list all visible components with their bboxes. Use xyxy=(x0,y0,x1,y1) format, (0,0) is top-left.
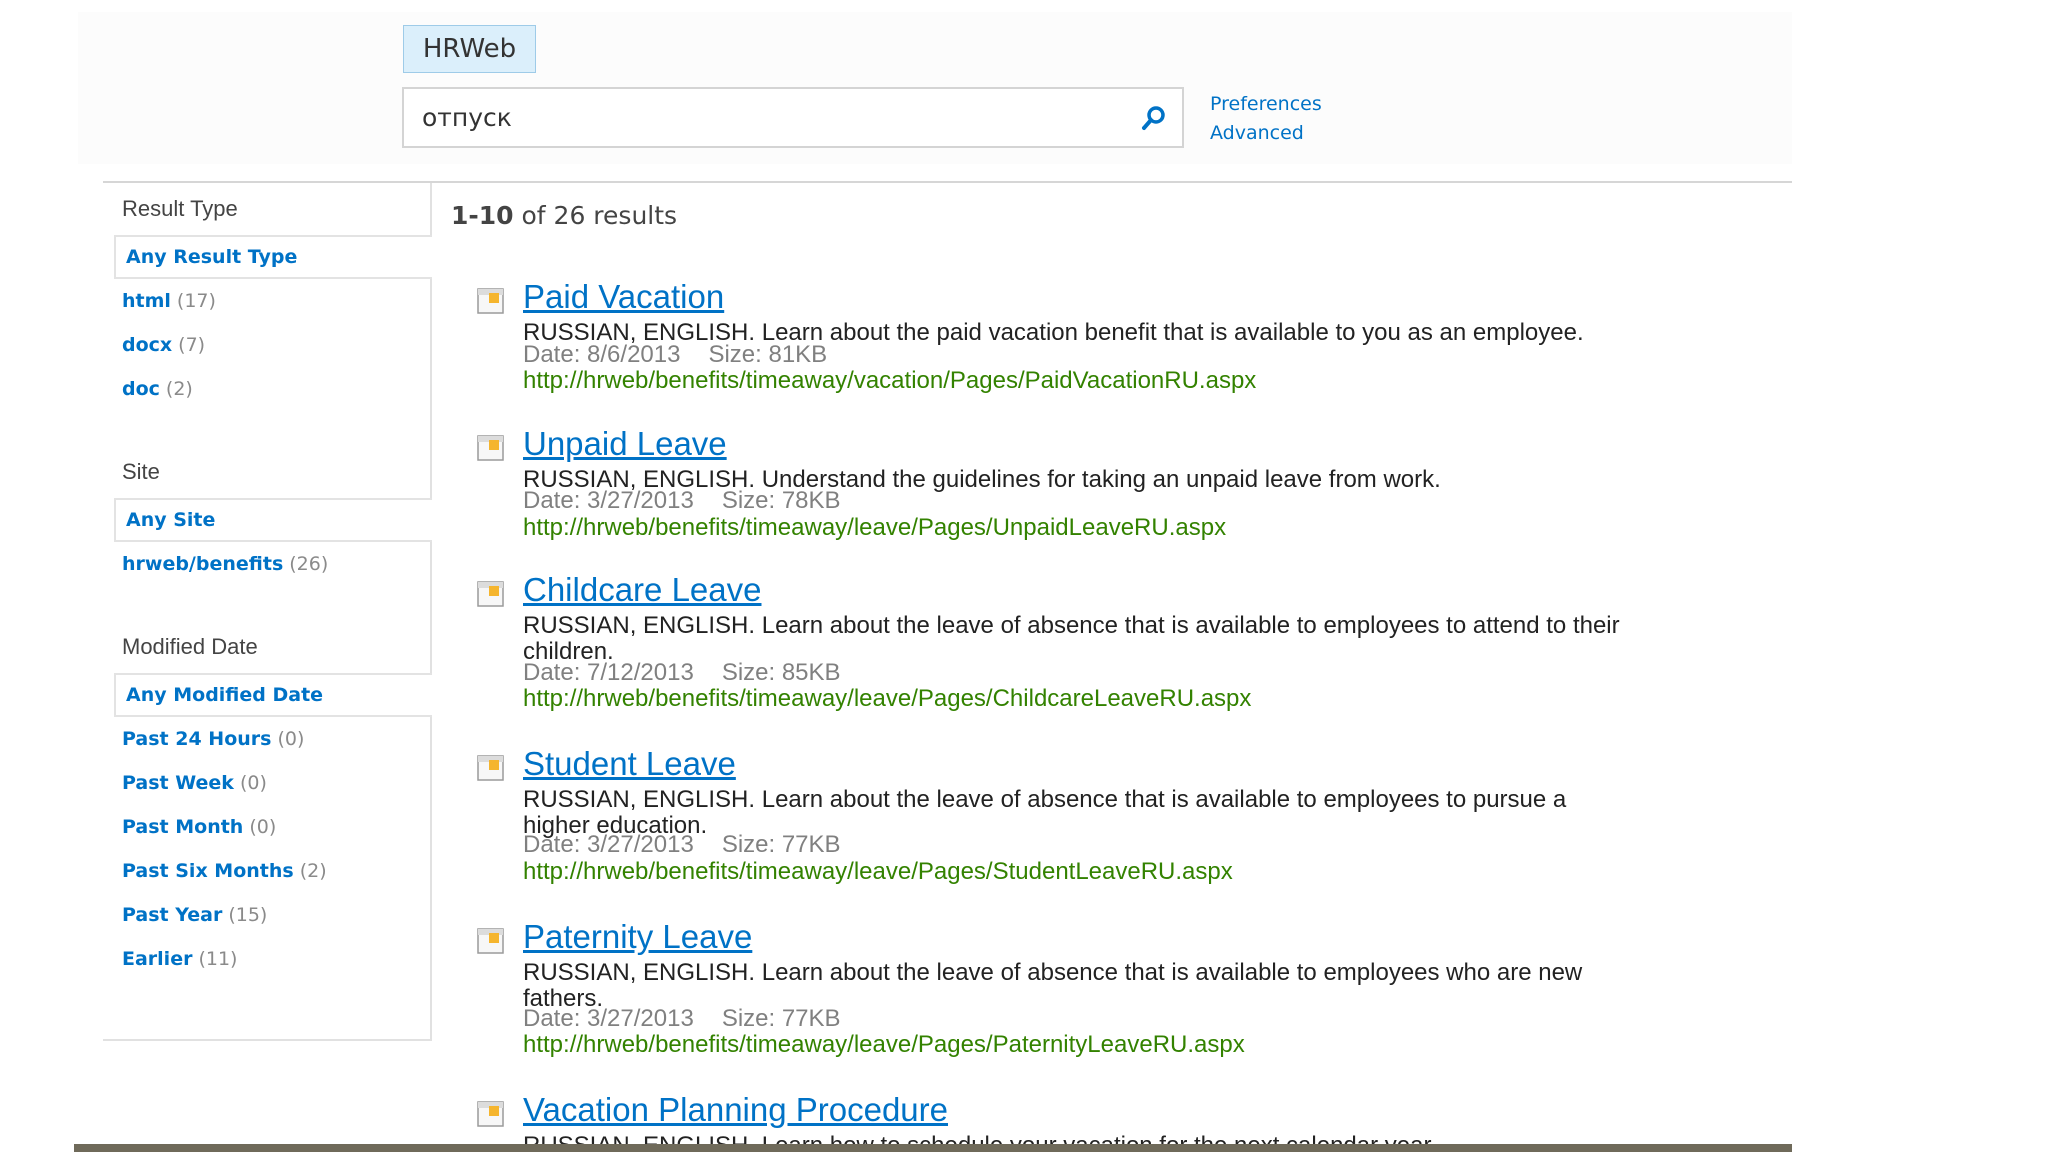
refiner-item-count: (15) xyxy=(228,904,268,926)
refiner-item-past-24-hours[interactable]: Past 24 Hours (0) xyxy=(103,717,432,761)
refiner-item-label: docx xyxy=(122,334,173,356)
result-summary: RUSSIAN, ENGLISH. Learn about the leave … xyxy=(523,612,1620,665)
result-date: Date: 3/27/2013 xyxy=(523,1005,694,1032)
refiner-site: Site Any Site hrweb/benefits (26) xyxy=(103,446,432,586)
refiner-item-count: (0) xyxy=(249,816,277,838)
search-icon xyxy=(1142,105,1165,130)
refiner-item-count: (17) xyxy=(176,290,216,312)
refiner-item-label: hrweb/benefits xyxy=(122,553,284,575)
results-total: of 26 results xyxy=(513,201,678,230)
preferences-link[interactable]: Preferences xyxy=(1210,93,1322,115)
refiner-item-count: (0) xyxy=(277,728,305,750)
refiner-item-count: (2) xyxy=(299,860,327,882)
refiner-item-count: (7) xyxy=(178,334,206,356)
refiner-title: Modified Date xyxy=(122,634,258,659)
refiner-item-count: (26) xyxy=(289,553,329,575)
result-date: Date: 7/12/2013 xyxy=(523,659,694,686)
result-size: Size: 77KB xyxy=(721,831,841,858)
refiner-item-label: Past Six Months xyxy=(122,860,294,882)
page-icon xyxy=(477,928,504,954)
refiner-selected-any-result-type[interactable]: Any Result Type xyxy=(114,235,432,279)
result-size: Size: 78KB xyxy=(721,487,841,514)
page-icon xyxy=(477,755,504,781)
page-icon xyxy=(477,288,504,314)
search-result: Paid Vacation RUSSIAN, ENGLISH. Learn ab… xyxy=(476,278,1636,398)
result-summary: RUSSIAN, ENGLISH. Learn how to schedule … xyxy=(523,1133,1636,1145)
page-icon xyxy=(477,435,504,461)
page-icon xyxy=(477,1101,504,1127)
result-url[interactable]: http://hrweb/benefits/timeaway/leave/Pag… xyxy=(523,685,1251,713)
refiner-title: Site xyxy=(122,459,160,484)
advanced-link[interactable]: Advanced xyxy=(1210,122,1304,144)
refiner-item-hrweb-benefits[interactable]: hrweb/benefits (26) xyxy=(103,542,432,586)
result-size: Size: 81KB xyxy=(708,341,828,368)
scope-tab-hrweb[interactable]: HRWeb xyxy=(403,25,536,73)
refiner-selected-any-site[interactable]: Any Site xyxy=(114,498,432,542)
refiner-item-count: (2) xyxy=(165,378,193,400)
result-url[interactable]: http://hrweb/benefits/timeaway/leave/Pag… xyxy=(523,1031,1245,1059)
refiner-item-past-year[interactable]: Past Year (15) xyxy=(103,893,432,937)
result-meta: Date: 3/27/2013 Size: 77KB xyxy=(523,1005,841,1033)
result-url[interactable]: http://hrweb/benefits/timeaway/leave/Pag… xyxy=(523,858,1233,886)
result-title[interactable]: Student Leave xyxy=(523,745,736,783)
result-meta: Date: 7/12/2013 Size: 85KB xyxy=(523,659,841,687)
page-icon xyxy=(477,581,504,607)
result-date: Date: 3/27/2013 xyxy=(523,831,694,858)
result-size: Size: 85KB xyxy=(721,659,841,686)
result-title[interactable]: Vacation Planning Procedure xyxy=(523,1091,948,1129)
result-title[interactable]: Paid Vacation xyxy=(523,278,724,316)
search-result: Childcare Leave RUSSIAN, ENGLISH. Learn … xyxy=(476,571,1636,716)
refiner-item-past-month[interactable]: Past Month (0) xyxy=(103,805,432,849)
result-meta: Date: 3/27/2013 Size: 78KB xyxy=(523,487,841,515)
refiner-item-label: doc xyxy=(122,378,160,400)
refiner-item-label: Past Year xyxy=(122,904,223,926)
result-url[interactable]: http://hrweb/benefits/timeaway/vacation/… xyxy=(523,367,1256,395)
search-result: Vacation Planning Procedure RUSSIAN, ENG… xyxy=(476,1091,1636,1144)
result-meta: Date: 8/6/2013 Size: 81KB xyxy=(523,341,827,369)
refiner-item-doc[interactable]: doc (2) xyxy=(103,367,432,411)
refiner-item-label: Earlier xyxy=(122,948,193,970)
search-result: Paternity Leave RUSSIAN, ENGLISH. Learn … xyxy=(476,918,1636,1063)
refiner-item-html[interactable]: html (17) xyxy=(103,279,432,323)
refiner-selected-any-modified-date[interactable]: Any Modified Date xyxy=(114,673,432,717)
search-box xyxy=(402,87,1184,148)
refiner-item-count: (11) xyxy=(198,948,238,970)
search-result: Unpaid Leave RUSSIAN, ENGLISH. Understan… xyxy=(476,425,1636,545)
refiner-item-earlier[interactable]: Earlier (11) xyxy=(103,937,432,981)
refiner-item-label: Past 24 Hours xyxy=(122,728,272,750)
refiner-item-past-six-months[interactable]: Past Six Months (2) xyxy=(103,849,432,893)
refiner-result-type: Result Type Any Result Type html (17) doc… xyxy=(103,183,432,411)
refiner-title: Result Type xyxy=(122,196,238,221)
results-range: 1-10 xyxy=(451,201,514,230)
refiner-modified-date: Modified Date Any Modified Date Past 24 … xyxy=(103,621,432,981)
refiner-item-label: html xyxy=(122,290,171,312)
refiner-item-label: Past Week xyxy=(122,772,234,794)
result-title[interactable]: Paternity Leave xyxy=(523,918,752,956)
refiner-item-past-week[interactable]: Past Week (0) xyxy=(103,761,432,805)
result-date: Date: 8/6/2013 xyxy=(523,341,681,368)
result-date: Date: 3/27/2013 xyxy=(523,487,694,514)
results-count: 1-10 of 26 results xyxy=(451,201,677,230)
refiner-item-count: (0) xyxy=(239,772,267,794)
refiner-item-docx[interactable]: docx (7) xyxy=(103,323,432,367)
result-url[interactable]: http://hrweb/benefits/timeaway/leave/Pag… xyxy=(523,514,1226,542)
search-result: Student Leave RUSSIAN, ENGLISH. Learn ab… xyxy=(476,745,1636,890)
refinement-panel: Result Type Any Result Type html (17) doc… xyxy=(103,183,432,1041)
result-size: Size: 77KB xyxy=(721,1005,841,1032)
search-button[interactable] xyxy=(1126,89,1182,146)
result-title[interactable]: Unpaid Leave xyxy=(523,425,727,463)
result-title[interactable]: Childcare Leave xyxy=(523,571,761,609)
search-input[interactable] xyxy=(404,89,1126,146)
result-meta: Date: 3/27/2013 Size: 77KB xyxy=(523,831,841,859)
taskbar-strip xyxy=(74,1144,1792,1152)
refiner-item-label: Past Month xyxy=(122,816,244,838)
